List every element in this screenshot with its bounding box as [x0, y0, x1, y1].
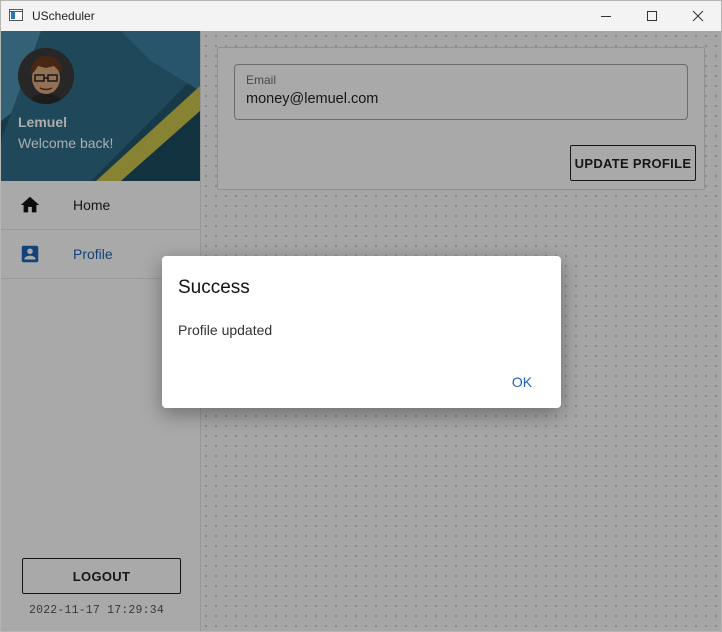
close-button[interactable] [675, 1, 721, 31]
maximize-icon [647, 11, 657, 21]
title-bar: UScheduler [1, 1, 721, 31]
close-icon [692, 10, 704, 22]
minimize-button[interactable] [583, 1, 629, 31]
ok-button[interactable]: OK [502, 369, 542, 395]
app-window-icon [9, 9, 23, 21]
minimize-icon [601, 16, 611, 17]
dialog-title: Success [178, 277, 250, 298]
dialog-message: Profile updated [178, 322, 273, 338]
window-title: UScheduler [32, 9, 95, 23]
app-window: UScheduler Lemuel Welcome back! Home Pro… [0, 0, 722, 632]
success-dialog: Success Profile updated OK [162, 256, 561, 408]
maximize-button[interactable] [629, 1, 675, 31]
